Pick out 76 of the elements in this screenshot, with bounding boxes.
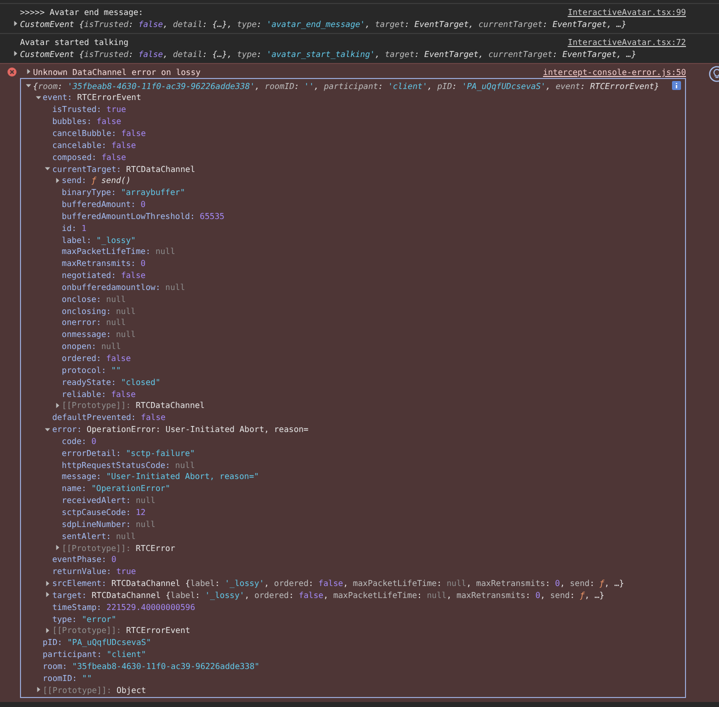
expand-arrow-icon[interactable]: [44, 591, 52, 598]
property-line: onclose: null: [62, 294, 126, 304]
property-line: cancelBubble: false: [52, 128, 146, 138]
property-line: maxPacketLifeTime: null: [62, 246, 176, 256]
source-link[interactable]: intercept-console-error.js:50: [543, 66, 686, 77]
property-line: defaultPrevented: false: [52, 412, 166, 422]
error-message: Unknown DataChannel error on lossy: [33, 66, 201, 77]
property-line: roomID: "": [42, 672, 92, 683]
property-line: reliable: false: [62, 388, 136, 399]
property-line: errorDetail: "sctp-failure": [62, 448, 195, 458]
property-line: binaryType: "arraybuffer": [62, 187, 186, 198]
property-line: returnValue: true: [52, 566, 136, 576]
expand-arrow-icon[interactable]: [25, 68, 32, 76]
property-line: onmessage: null: [62, 329, 136, 340]
property-line: onclosing: null: [62, 306, 136, 316]
property-line: bufferedAmountLowThreshold: 65535: [62, 210, 224, 221]
property-line: bubbles: false: [52, 116, 122, 126]
expand-arrow-icon[interactable]: [54, 176, 61, 184]
property-line: currentTarget: RTCDataChannel: [52, 164, 196, 174]
expand-arrow-icon[interactable]: [12, 50, 19, 58]
property-line: onbufferedamountlow: null: [62, 282, 186, 292]
log-message: >>>>> Avatar end message:: [20, 7, 144, 17]
property-line: composed: false: [52, 152, 126, 162]
property-line: [[Prototype]]: Object: [42, 684, 146, 695]
expand-arrow-icon[interactable]: [44, 580, 52, 587]
property-line: bufferedAmount: 0: [62, 199, 146, 210]
property-line: sdpLineNumber: null: [62, 518, 156, 529]
property-line: message: "User-Initiated Abort, reason=": [62, 471, 259, 482]
property-line: pID: "PA_uQqfUDcsevaS": [42, 637, 152, 648]
property-line: room: "35fbeab8-4630-11f0-ac39-96226adde338": [42, 660, 260, 671]
expand-arrow-icon[interactable]: [34, 686, 42, 694]
property-line: sentAlert: null: [62, 530, 136, 541]
property-line: ordered: false: [62, 353, 131, 364]
expand-arrow-icon[interactable]: [44, 426, 52, 433]
property-line: name: "OperationError": [62, 483, 170, 494]
property-line: participant: "client": [42, 649, 146, 660]
expand-arrow-icon[interactable]: [54, 544, 61, 552]
expand-arrow-icon[interactable]: [34, 94, 42, 101]
property-line: isTrusted: true: [52, 104, 126, 114]
info-icon[interactable]: [672, 81, 681, 90]
property-line: negotiated: false: [62, 270, 146, 280]
source-link[interactable]: InteractiveAvatar.tsx:99: [568, 7, 686, 17]
expand-arrow-icon[interactable]: [12, 20, 19, 28]
property-line: srcElement: RTCDataChannel {label: '_lossy', ordered: false, maxPacketLifeTime: null, maxRetransmits: 0, send: ƒ, …}: [52, 578, 624, 588]
property-line: [[Prototype]]: RTCDataChannel: [62, 400, 205, 410]
property-line: httpRequestStatusCode: null: [62, 460, 195, 470]
property-line: onopen: null: [62, 341, 121, 352]
expand-arrow-icon[interactable]: [25, 82, 32, 90]
property-line: onerror: null: [62, 317, 126, 328]
property-line: receivedAlert: null: [62, 495, 156, 506]
property-line: id: 1: [62, 222, 86, 233]
property-line: readyState: "closed": [62, 376, 160, 387]
property-line: protocol: "": [62, 364, 121, 375]
property-line: maxRetransmits: 0: [62, 258, 146, 268]
expand-arrow-icon[interactable]: [54, 402, 61, 409]
expand-arrow-icon[interactable]: [44, 165, 52, 172]
property-line: error: OperationError: User-Initiated Abort, reason=: [52, 424, 308, 434]
property-line: timeStamp: 221529.40000000596: [52, 602, 196, 612]
property-line: label: "_lossy": [62, 234, 136, 245]
property-line: eventPhase: 0: [52, 554, 116, 564]
expand-arrow-icon[interactable]: [44, 626, 52, 634]
object-preview[interactable]: CustomEvent {isTrusted: false, detail: {…}, type: 'avatar_end_message', target: EventTarget, currentTarget: EventTarget, …}: [20, 18, 626, 29]
property-line: send: ƒ send(): [62, 175, 131, 186]
property-line: event: RTCErrorEvent: [42, 92, 142, 102]
object-preview[interactable]: {room: '35fbeab8-4630-11f0-ac39-96226adde338', roomID: '', participant: 'client', pID: 'PA_uQqfUDcsevaS', event: RTCErrorEvent}: [33, 80, 660, 91]
property-line: type: "error": [52, 614, 116, 624]
object-preview[interactable]: CustomEvent {isTrusted: false, detail: {…}, type: 'avatar_start_talking', target: EventTarget, currentTarget: EventTarget, …}: [20, 48, 636, 59]
property-line: [[Prototype]]: RTCError: [62, 542, 176, 553]
property-line: target: RTCDataChannel {label: '_lossy', ordered: false, maxPacketLifeTime: null, maxRetransmits: 0, send: ƒ, …}: [52, 590, 604, 600]
log-message: Avatar started talking: [20, 36, 128, 47]
property-line: cancelable: false: [52, 140, 136, 150]
property-line: code: 0: [62, 436, 96, 446]
source-link[interactable]: InteractiveAvatar.tsx:72: [568, 36, 686, 47]
property-line: [[Prototype]]: RTCErrorEvent: [52, 625, 190, 636]
error-icon: [7, 66, 17, 77]
property-line: sctpCauseCode: 12: [62, 506, 146, 517]
